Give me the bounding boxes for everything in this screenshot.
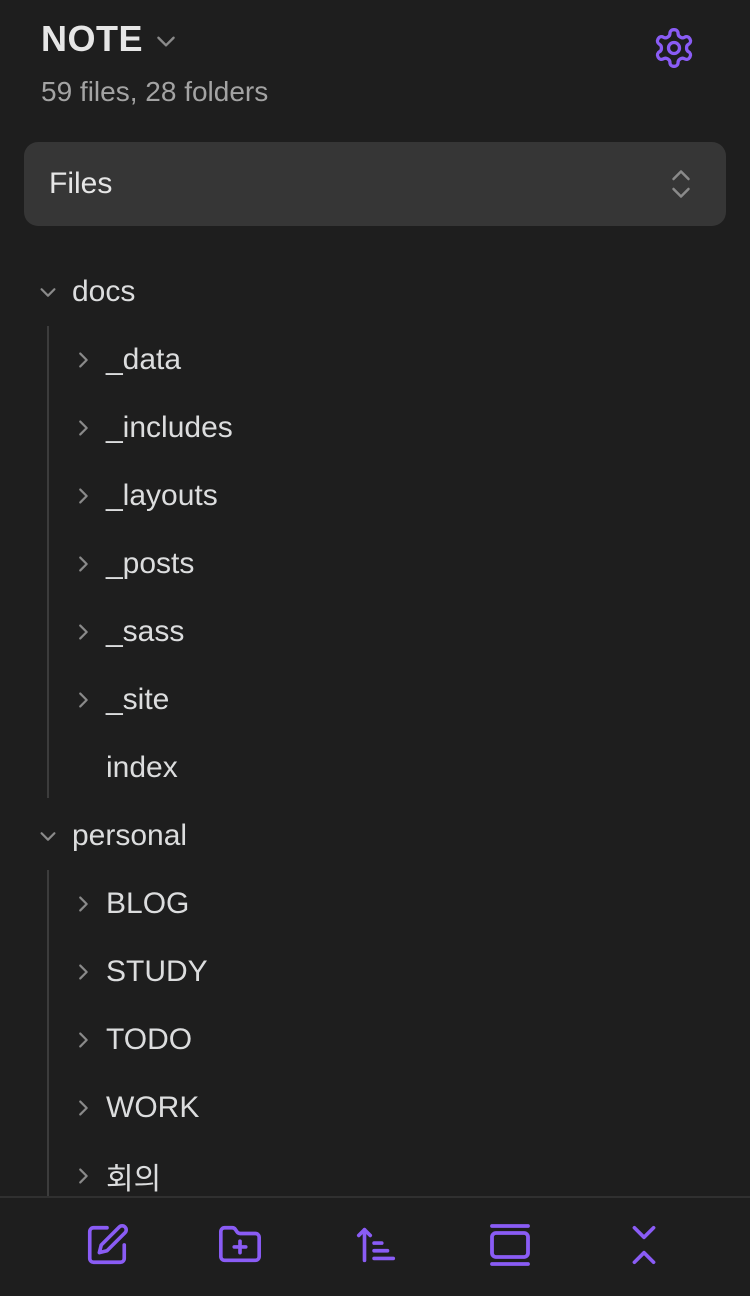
chevron-right-icon bbox=[72, 893, 94, 915]
collapse-view-button[interactable] bbox=[485, 1220, 535, 1270]
tree-folder-item[interactable]: _sass bbox=[0, 598, 720, 666]
new-folder-icon bbox=[216, 1222, 264, 1268]
chevron-right-icon bbox=[72, 553, 94, 575]
tree-folder-personal[interactable]: personal bbox=[0, 802, 720, 870]
tree-file-item[interactable]: index bbox=[0, 734, 720, 802]
tree-folder-docs[interactable]: docs bbox=[0, 258, 720, 326]
tree-item-label: WORK bbox=[106, 1091, 200, 1124]
view-select-dropdown[interactable]: Files bbox=[24, 142, 726, 226]
tree-folder-item[interactable]: STUDY bbox=[0, 938, 720, 1006]
tree-item-label: BLOG bbox=[106, 887, 190, 920]
vault-switcher[interactable]: NOTE bbox=[41, 18, 179, 60]
tree-item-label: index bbox=[106, 751, 178, 784]
tree-folder-item[interactable]: _data bbox=[0, 326, 720, 394]
tree-folder-item[interactable]: WORK bbox=[0, 1074, 720, 1142]
gear-icon bbox=[652, 26, 696, 70]
tree-item-label: _data bbox=[106, 343, 182, 376]
tree-folder-item[interactable]: TODO bbox=[0, 1006, 720, 1074]
chevron-up-down-icon bbox=[666, 166, 696, 202]
tree-item-label: _layouts bbox=[106, 479, 218, 512]
settings-button[interactable] bbox=[648, 22, 700, 74]
tree-folder-label: personal bbox=[72, 819, 188, 852]
chevron-right-icon bbox=[72, 621, 94, 643]
tree-folder-item[interactable]: 회의 bbox=[0, 1142, 720, 1196]
chevron-right-icon bbox=[72, 961, 94, 983]
tree-item-label: TODO bbox=[106, 1023, 193, 1056]
vault-stats: 59 files, 28 folders bbox=[41, 76, 269, 107]
tree-folder-item[interactable]: _site bbox=[0, 666, 720, 734]
new-note-icon bbox=[84, 1222, 130, 1268]
tree-item-label: STUDY bbox=[106, 955, 208, 988]
tree-folder-item[interactable]: _includes bbox=[0, 394, 720, 462]
new-note-button[interactable] bbox=[82, 1220, 132, 1270]
tree-folder-item[interactable]: BLOG bbox=[0, 870, 720, 938]
collapse-all-button[interactable] bbox=[619, 1220, 669, 1270]
sort-icon bbox=[353, 1222, 399, 1268]
collapse-all-icon bbox=[621, 1222, 667, 1268]
chevron-right-icon bbox=[72, 1165, 94, 1187]
chevron-down-icon bbox=[37, 281, 59, 303]
bottom-toolbar bbox=[0, 1196, 750, 1296]
tree-item-label: _site bbox=[106, 683, 170, 716]
sort-button[interactable] bbox=[351, 1220, 401, 1270]
collapse-view-icon bbox=[486, 1221, 534, 1269]
tree-folder-item[interactable]: _posts bbox=[0, 530, 720, 598]
chevron-down-icon bbox=[153, 28, 179, 54]
tree-item-label: _includes bbox=[106, 411, 233, 444]
chevron-right-icon bbox=[72, 485, 94, 507]
vault-name: NOTE bbox=[41, 18, 144, 59]
chevron-right-icon bbox=[72, 417, 94, 439]
chevron-right-icon bbox=[72, 1029, 94, 1051]
tree-item-label: _sass bbox=[106, 615, 185, 648]
tree-folder-item[interactable]: _layouts bbox=[0, 462, 720, 530]
tree-item-label: _posts bbox=[106, 547, 195, 580]
chevron-down-icon bbox=[37, 825, 59, 847]
vault-header: NOTE 59 files, 28 folders bbox=[0, 0, 750, 120]
view-select-value: Files bbox=[49, 167, 113, 200]
chevron-right-icon bbox=[72, 1097, 94, 1119]
file-tree: docs _data _includes _layouts _posts _sa… bbox=[0, 256, 750, 1196]
chevron-right-icon bbox=[72, 689, 94, 711]
tree-folder-label: docs bbox=[72, 275, 136, 308]
tree-item-label: 회의 bbox=[106, 1163, 162, 1196]
new-folder-button[interactable] bbox=[215, 1220, 265, 1270]
chevron-right-icon bbox=[72, 349, 94, 371]
